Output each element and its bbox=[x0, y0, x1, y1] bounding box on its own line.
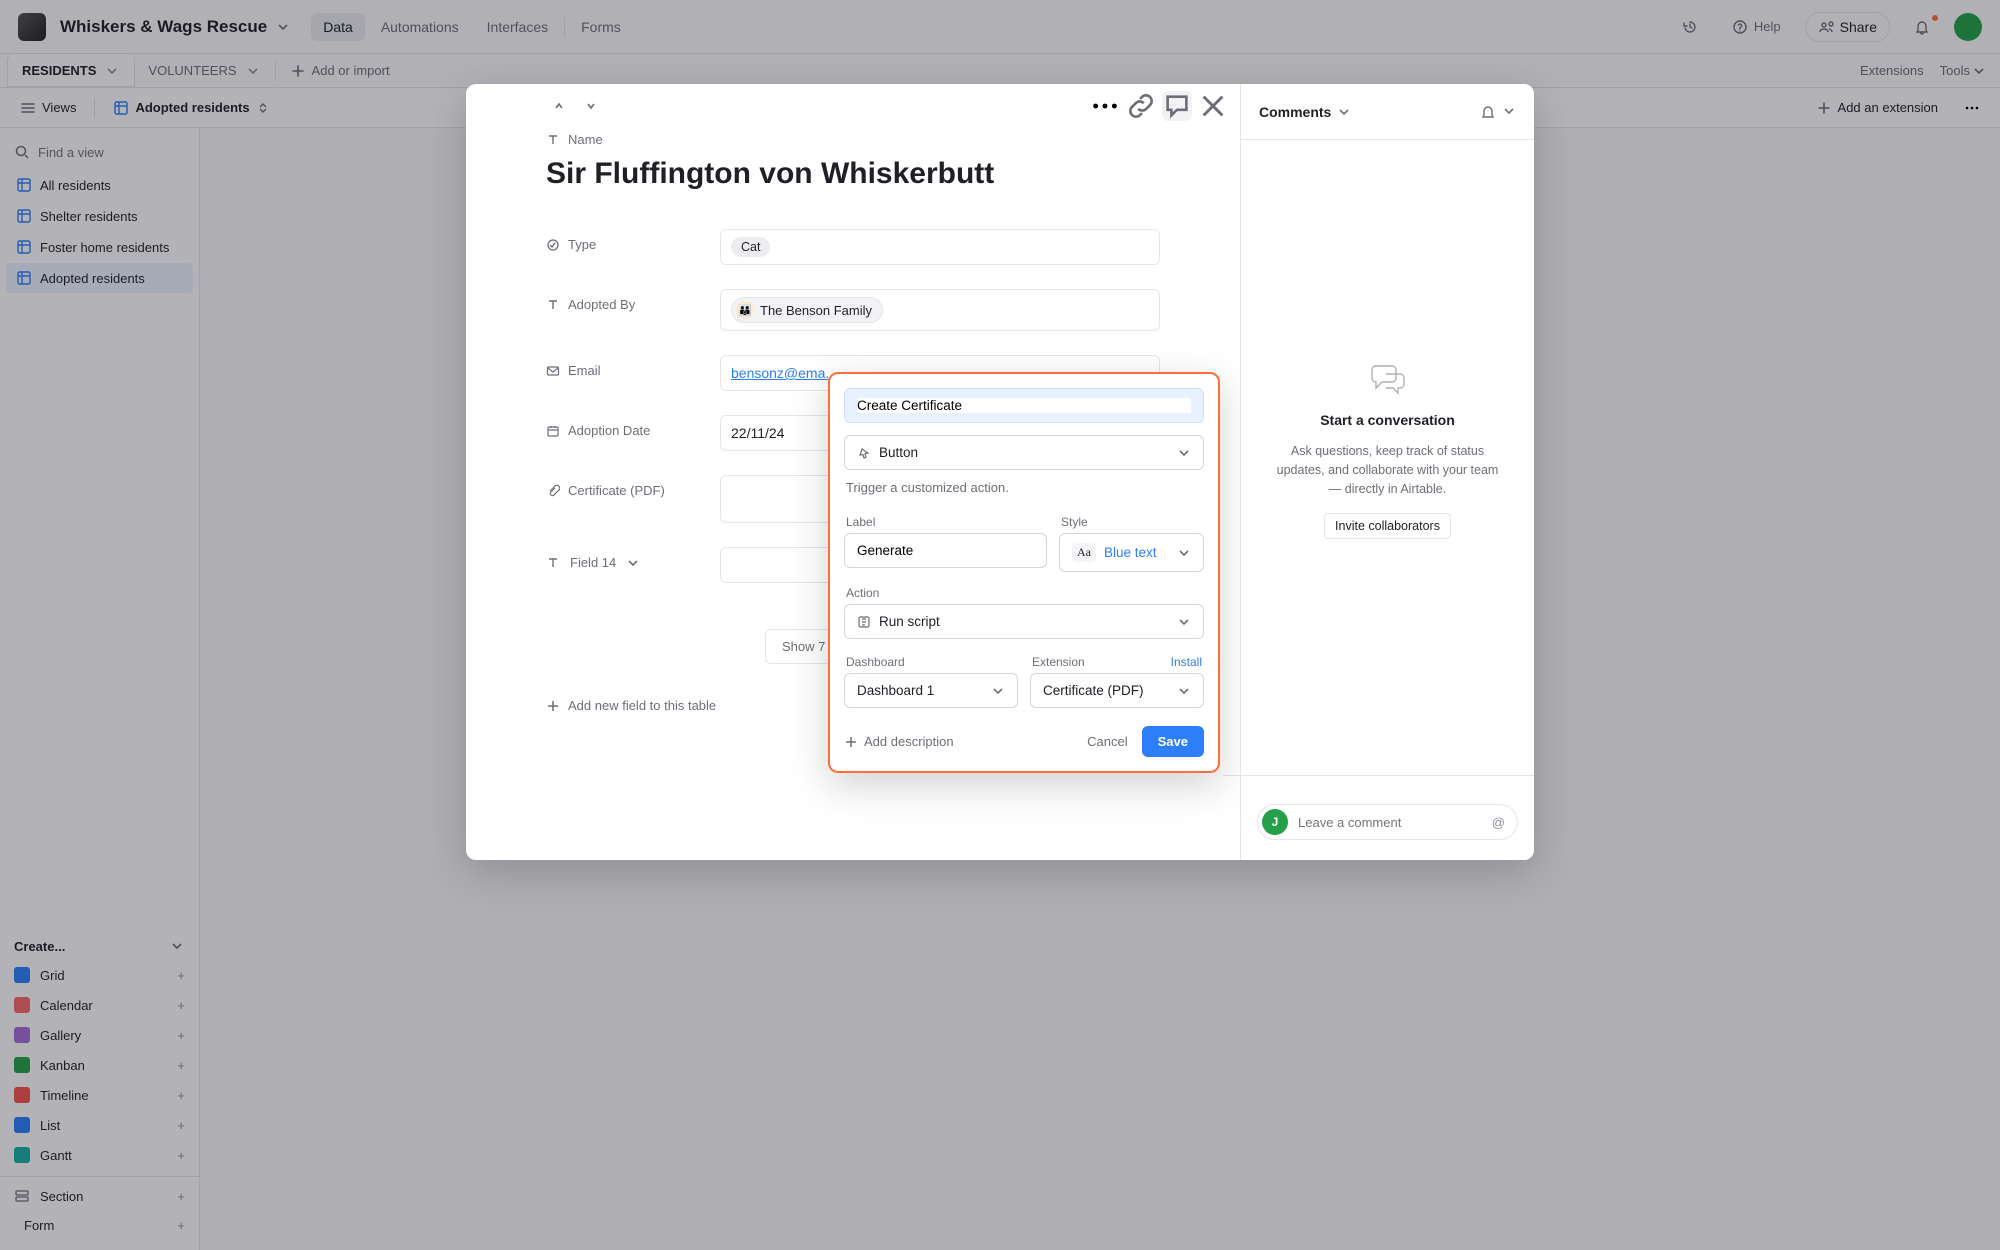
field-adoption-date-label: Adoption Date bbox=[546, 415, 708, 438]
text-field-icon bbox=[546, 133, 560, 147]
close-modal-button[interactable] bbox=[1198, 91, 1228, 121]
field-type-value[interactable]: Cat bbox=[720, 229, 1160, 265]
field-type-description: Trigger a customized action. bbox=[846, 480, 1202, 495]
field-config-popover: Button Trigger a customized action. Labe… bbox=[828, 372, 1220, 773]
chevron-down-icon bbox=[991, 684, 1005, 698]
record-modal: Name Sir Fluffington von Whiskerbutt Typ… bbox=[466, 84, 1534, 860]
email-icon bbox=[546, 364, 560, 378]
modal-overlay[interactable]: Name Sir Fluffington von Whiskerbutt Typ… bbox=[0, 0, 2000, 1250]
style-label: Style bbox=[1061, 515, 1202, 529]
chevron-down-icon bbox=[1177, 546, 1191, 560]
chevron-down-icon bbox=[1177, 684, 1191, 698]
comment-text-input[interactable] bbox=[1298, 815, 1482, 830]
button-action-select[interactable]: Run script bbox=[844, 604, 1204, 639]
field-name-input[interactable] bbox=[844, 388, 1204, 423]
chevron-down-icon bbox=[1177, 615, 1191, 629]
extension-label-row: Extension Install bbox=[1032, 655, 1202, 669]
single-select-icon bbox=[546, 238, 560, 252]
prev-record-button[interactable] bbox=[544, 91, 574, 121]
dashboard-label: Dashboard bbox=[846, 655, 1016, 669]
comments-tab[interactable]: Comments bbox=[1259, 104, 1351, 120]
field-adopted-by-value[interactable]: 👪 The Benson Family bbox=[720, 289, 1160, 331]
modal-header bbox=[466, 84, 1240, 128]
comments-empty-title: Start a conversation bbox=[1320, 412, 1455, 428]
copy-link-button[interactable] bbox=[1126, 91, 1156, 121]
comment-input[interactable]: J @ bbox=[1257, 804, 1518, 840]
text-field-icon bbox=[546, 556, 560, 570]
plus-icon bbox=[546, 699, 560, 713]
text-field-icon bbox=[546, 298, 560, 312]
name-field-label: Name bbox=[546, 132, 1160, 147]
chevron-down-icon bbox=[1177, 446, 1191, 460]
extension-select[interactable]: Certificate (PDF) bbox=[1030, 673, 1204, 708]
button-label-input[interactable] bbox=[844, 533, 1047, 568]
comments-empty-body: Ask questions, keep track of status upda… bbox=[1271, 442, 1504, 498]
plus-icon bbox=[844, 735, 858, 749]
more-actions-button[interactable] bbox=[1090, 91, 1120, 121]
chevron-down-icon bbox=[626, 556, 640, 570]
record-title[interactable]: Sir Fluffington von Whiskerbutt bbox=[546, 157, 1160, 191]
mention-button[interactable]: @ bbox=[1492, 815, 1505, 830]
comments-pane: Comments Start a conversation Ask questi… bbox=[1240, 84, 1534, 860]
add-description-button[interactable]: Add description bbox=[844, 734, 954, 749]
save-button[interactable]: Save bbox=[1142, 726, 1204, 757]
field-type-label: Type bbox=[546, 229, 708, 252]
attachment-icon bbox=[546, 484, 560, 498]
chevron-down-icon bbox=[1337, 105, 1351, 119]
chevron-down-icon[interactable] bbox=[1502, 104, 1516, 118]
field-certificate-label: Certificate (PDF) bbox=[546, 475, 708, 498]
linked-record-icon: 👪 bbox=[736, 301, 754, 319]
action-label: Action bbox=[846, 586, 1202, 600]
chat-bubble-icon bbox=[1368, 362, 1408, 398]
toggle-comments-button[interactable] bbox=[1162, 91, 1192, 121]
script-icon bbox=[857, 615, 871, 629]
field-adopted-by-label: Adopted By bbox=[546, 289, 708, 312]
install-link[interactable]: Install bbox=[1171, 655, 1202, 669]
field-email-label: Email bbox=[546, 355, 708, 378]
dashboard-select[interactable]: Dashboard 1 bbox=[844, 673, 1018, 708]
cancel-button[interactable]: Cancel bbox=[1073, 726, 1141, 757]
field-type-select[interactable]: Button bbox=[844, 435, 1204, 470]
button-style-select[interactable]: Aa Blue text bbox=[1059, 533, 1204, 572]
button-field-icon bbox=[857, 446, 871, 460]
watch-button[interactable] bbox=[1480, 104, 1496, 120]
next-record-button[interactable] bbox=[576, 91, 606, 121]
style-preview-icon: Aa bbox=[1072, 543, 1096, 562]
date-icon bbox=[546, 424, 560, 438]
label-label: Label bbox=[846, 515, 1045, 529]
avatar: J bbox=[1262, 809, 1288, 835]
invite-collaborators-button[interactable]: Invite collaborators bbox=[1324, 513, 1451, 539]
field-14-label[interactable]: Field 14 bbox=[546, 547, 708, 570]
